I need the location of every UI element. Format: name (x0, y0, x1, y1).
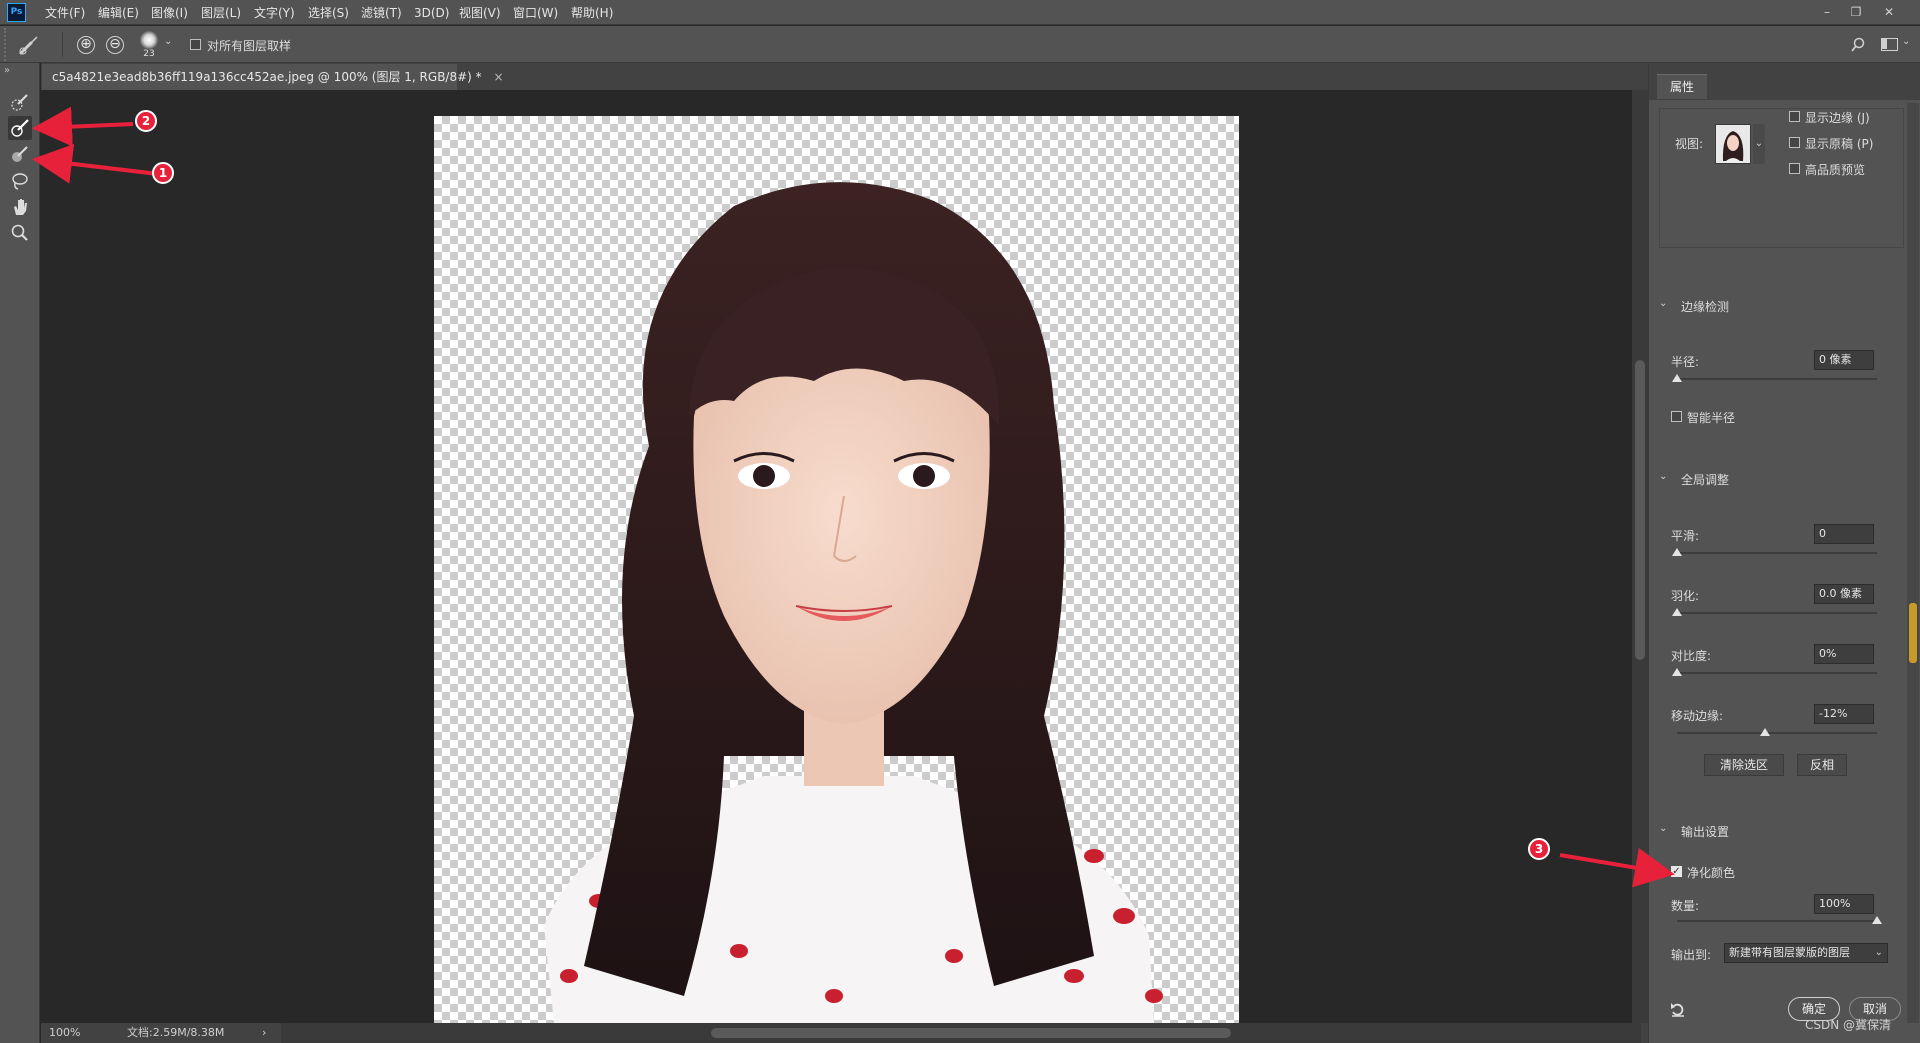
arrow-to-brush-tool (32, 143, 159, 184)
annotation-arrows (32, 106, 1675, 888)
callout-1: 1 (152, 162, 174, 184)
callout-2: 2 (135, 110, 157, 132)
arrow-to-refine-edge-tool (32, 106, 134, 147)
callout-3: 3 (1528, 838, 1550, 860)
arrow-to-decontaminate (1559, 847, 1675, 888)
